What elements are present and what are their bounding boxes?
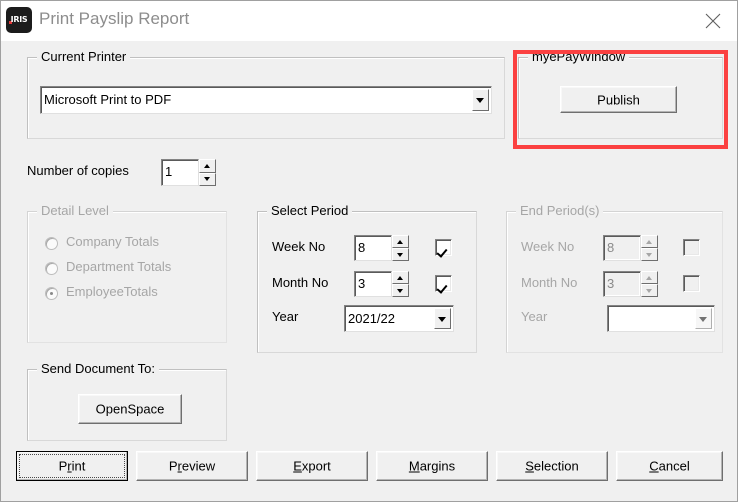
send-document-group: Send Document To: OpenSpace bbox=[27, 362, 227, 441]
select-period-week-value: 8 bbox=[358, 240, 366, 255]
end-period-year-select[interactable] bbox=[607, 305, 715, 332]
caret-up-icon[interactable] bbox=[392, 235, 409, 248]
caret-up-icon[interactable] bbox=[641, 271, 658, 284]
select-period-month-label: Month No bbox=[272, 275, 329, 290]
select-period-group: Select Period Week No 8 Month No 3 Year … bbox=[257, 204, 477, 353]
iris-logo-icon: IRIS bbox=[6, 7, 32, 33]
select-period-year-value: 2021/22 bbox=[348, 311, 395, 326]
select-period-month-stepper[interactable] bbox=[392, 271, 409, 297]
end-period-week-checkbox[interactable] bbox=[683, 239, 700, 256]
margins-button-label: Margins bbox=[408, 458, 456, 474]
end-period-month-checkbox[interactable] bbox=[683, 275, 700, 292]
copies-label: Number of copies bbox=[27, 163, 129, 178]
publish-button[interactable]: Publish bbox=[560, 86, 677, 113]
mypaywindow-group-label: myePayWindow bbox=[528, 50, 630, 64]
chevron-down-icon[interactable] bbox=[434, 308, 451, 329]
radio-department-totals-label: Department Totals bbox=[66, 259, 172, 274]
detail-level-group: Detail Level Company Totals Department T… bbox=[27, 204, 227, 343]
select-period-week-label: Week No bbox=[272, 239, 326, 254]
selection-button-label: Selection bbox=[525, 458, 579, 474]
export-button-label: Export bbox=[293, 458, 331, 474]
end-period-group-label: End Period(s) bbox=[516, 204, 604, 218]
export-button[interactable]: Export bbox=[256, 451, 368, 481]
end-period-week-stepper[interactable] bbox=[641, 235, 658, 261]
end-period-month-input[interactable]: 3 bbox=[603, 271, 641, 297]
select-period-week-checkbox[interactable] bbox=[435, 239, 452, 256]
end-period-week-value: 8 bbox=[607, 240, 615, 255]
caret-up-icon[interactable] bbox=[199, 159, 216, 173]
send-document-group-label: Send Document To: bbox=[37, 362, 159, 376]
copies-stepper[interactable] bbox=[199, 159, 216, 186]
printer-select[interactable]: Microsoft Print to PDF bbox=[40, 86, 492, 114]
select-period-year-label: Year bbox=[272, 309, 299, 324]
copies-input-value: 1 bbox=[165, 164, 173, 179]
current-printer-group: Current Printer Microsoft Print to PDF bbox=[27, 50, 505, 139]
caret-down-icon[interactable] bbox=[199, 172, 216, 186]
title-bar: IRIS Print Payslip Report bbox=[1, 1, 737, 42]
current-printer-group-label: Current Printer bbox=[37, 50, 131, 64]
logo-text: IRIS bbox=[10, 15, 28, 24]
cancel-button[interactable]: Cancel bbox=[616, 451, 723, 481]
radio-department-totals[interactable] bbox=[45, 262, 58, 275]
end-period-month-stepper[interactable] bbox=[641, 271, 658, 297]
openspace-button-label: OpenSpace bbox=[95, 401, 165, 417]
end-period-month-value: 3 bbox=[607, 276, 615, 291]
select-period-month-value: 3 bbox=[358, 276, 366, 291]
end-period-year-label: Year bbox=[521, 309, 548, 324]
detail-level-group-label: Detail Level bbox=[37, 204, 113, 218]
radio-employee-totals[interactable] bbox=[45, 287, 58, 300]
print-button-label: Print bbox=[58, 458, 86, 474]
chevron-down-icon[interactable] bbox=[695, 308, 712, 329]
caret-down-icon[interactable] bbox=[641, 248, 658, 261]
copies-input[interactable]: 1 bbox=[161, 159, 199, 186]
page-title: Print Payslip Report bbox=[39, 9, 190, 28]
end-period-week-input[interactable]: 8 bbox=[603, 235, 641, 261]
preview-button-label: Preview bbox=[168, 458, 216, 474]
caret-up-icon[interactable] bbox=[392, 271, 409, 284]
end-period-month-label: Month No bbox=[521, 275, 578, 290]
select-period-month-input[interactable]: 3 bbox=[354, 271, 392, 297]
chevron-down-icon[interactable] bbox=[472, 89, 489, 111]
margins-button[interactable]: Margins bbox=[376, 451, 488, 481]
radio-employee-totals-label: EmployeeTotals bbox=[66, 284, 158, 299]
select-period-group-label: Select Period bbox=[267, 204, 353, 218]
openspace-button[interactable]: OpenSpace bbox=[78, 394, 182, 424]
preview-button[interactable]: Preview bbox=[136, 451, 248, 481]
caret-down-icon[interactable] bbox=[641, 284, 658, 297]
dialog-client-area: Current Printer Microsoft Print to PDF m… bbox=[1, 41, 737, 501]
select-period-month-checkbox[interactable] bbox=[435, 275, 452, 292]
close-icon[interactable] bbox=[689, 1, 737, 40]
publish-button-label: Publish bbox=[597, 92, 640, 107]
selection-button[interactable]: Selection bbox=[496, 451, 608, 481]
print-button[interactable]: Print bbox=[16, 451, 128, 481]
radio-company-totals-label: Company Totals bbox=[66, 234, 159, 249]
select-period-week-input[interactable]: 8 bbox=[354, 235, 392, 261]
select-period-week-stepper[interactable] bbox=[392, 235, 409, 261]
caret-down-icon[interactable] bbox=[392, 284, 409, 297]
end-period-week-label: Week No bbox=[521, 239, 575, 254]
printer-select-value: Microsoft Print to PDF bbox=[44, 92, 172, 107]
caret-down-icon[interactable] bbox=[392, 248, 409, 261]
mypaywindow-group: myePayWindow Publish bbox=[518, 50, 723, 139]
select-period-year-select[interactable]: 2021/22 bbox=[344, 305, 454, 332]
print-payslip-report-dialog: IRIS Print Payslip Report Current Printe… bbox=[0, 0, 738, 502]
radio-company-totals[interactable] bbox=[45, 237, 58, 250]
end-period-group: End Period(s) Week No 8 Month No 3 Year bbox=[506, 204, 723, 353]
cancel-button-label: Cancel bbox=[649, 458, 690, 474]
caret-up-icon[interactable] bbox=[641, 235, 658, 248]
